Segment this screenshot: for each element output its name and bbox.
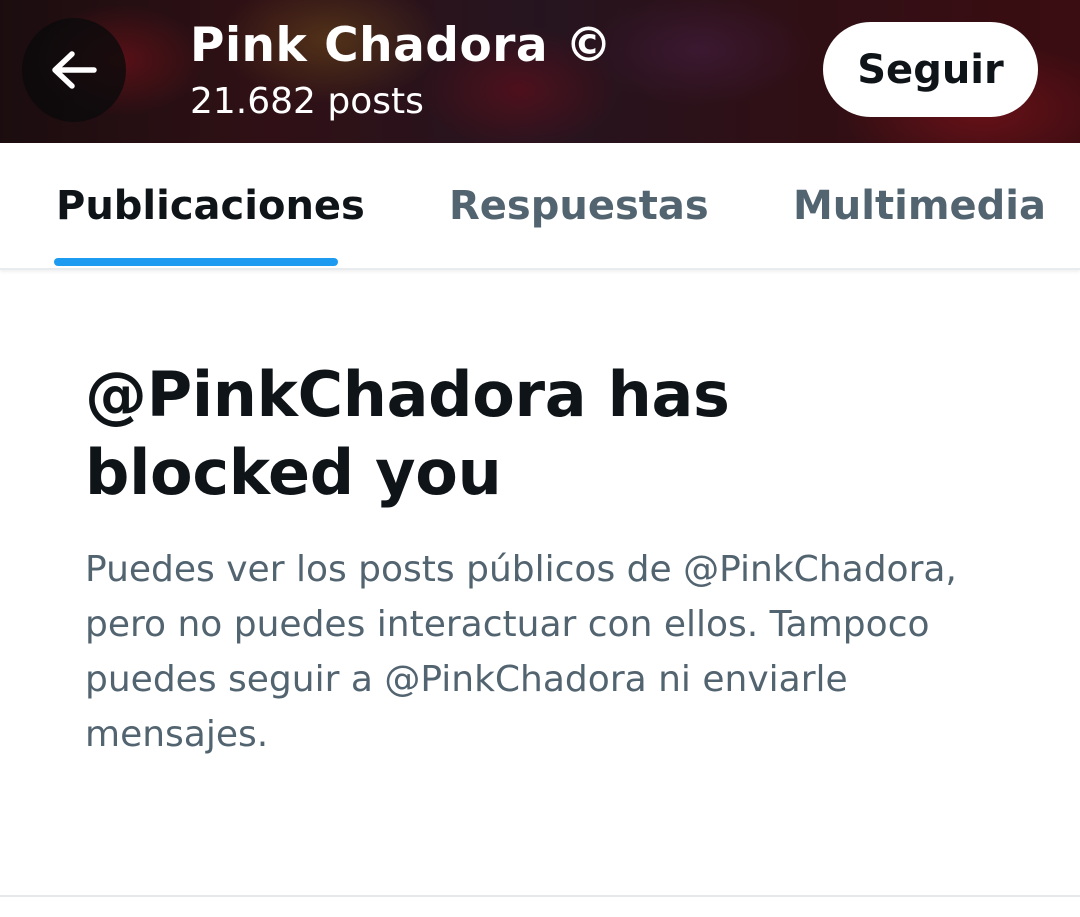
post-count: 21.682 posts xyxy=(190,81,424,122)
blocked-title: @PinkChadora has blocked you xyxy=(85,358,730,509)
tab-publicaciones[interactable]: Publicaciones xyxy=(56,143,365,268)
tab-respuestas[interactable]: Respuestas xyxy=(449,143,709,268)
blocked-message: @PinkChadora has blocked you Puedes ver … xyxy=(85,356,1015,762)
divider xyxy=(0,895,1080,897)
profile-tabs: Publicaciones Respuestas Multimedia xyxy=(0,143,1080,270)
arrow-left-icon xyxy=(50,50,98,90)
profile-header: Pink Chadora © 21.682 posts Seguir xyxy=(0,0,1080,143)
profile-title-block: Pink Chadora © 21.682 posts xyxy=(190,18,613,124)
blocked-description: Puedes ver los posts públicos de @PinkCh… xyxy=(85,549,957,755)
profile-name: Pink Chadora © xyxy=(190,18,613,73)
back-button[interactable] xyxy=(22,18,126,122)
tab-multimedia[interactable]: Multimedia xyxy=(793,143,1046,268)
active-tab-indicator xyxy=(54,258,338,266)
follow-button[interactable]: Seguir xyxy=(823,22,1038,117)
